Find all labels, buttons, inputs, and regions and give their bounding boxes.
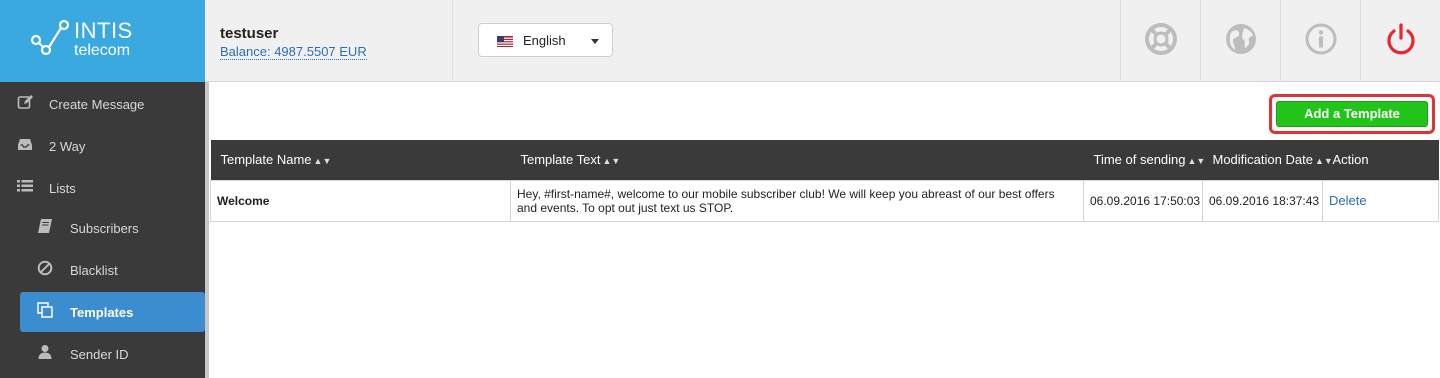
add-template-button[interactable]: Add a Template bbox=[1276, 101, 1428, 127]
chevron-down-icon bbox=[591, 39, 599, 44]
sidebar-item-label: Blacklist bbox=[70, 263, 118, 278]
sidebar-item-templates[interactable]: Templates bbox=[20, 292, 205, 332]
top-header: testuser Balance: 4987.5507 EUR English bbox=[205, 0, 1440, 82]
info-icon bbox=[1305, 23, 1337, 55]
table-row: Welcome Hey, #first-name#, welcome to ou… bbox=[210, 179, 1439, 222]
brand-name: INTIS telecom bbox=[74, 20, 133, 59]
logo-icon bbox=[30, 20, 70, 56]
language-value: English bbox=[523, 33, 566, 48]
column-header-time-of-sending[interactable]: Time of sending ▲▼ bbox=[1083, 140, 1206, 180]
sidebar-item-label: 2 Way bbox=[49, 139, 86, 154]
column-header-template-name[interactable]: Template Name ▲▼ bbox=[210, 140, 511, 180]
column-header-template-text[interactable]: Template Text ▲▼ bbox=[510, 140, 1084, 180]
sidebar-item-label: Lists bbox=[49, 181, 76, 196]
globe-icon bbox=[1226, 24, 1256, 54]
sidebar: Create Message 2 Way Lists Subscribers B… bbox=[0, 82, 205, 378]
user-info: testuser Balance: 4987.5507 EUR bbox=[220, 25, 367, 60]
copy-icon bbox=[37, 302, 53, 318]
time-of-sending-cell: 06.09.2016 17:50:03 bbox=[1083, 179, 1203, 222]
sidebar-item-create-message[interactable]: Create Message bbox=[0, 84, 205, 124]
user-icon bbox=[38, 345, 52, 359]
sidebar-item-label: Templates bbox=[70, 305, 134, 320]
sidebar-border bbox=[205, 82, 209, 378]
sidebar-item-2way[interactable]: 2 Way bbox=[0, 126, 205, 166]
edit-icon bbox=[17, 95, 33, 109]
sidebar-item-subscribers[interactable]: Subscribers bbox=[0, 208, 205, 248]
column-label: Template Name bbox=[220, 152, 312, 168]
column-label: Template Text bbox=[520, 152, 601, 168]
username: testuser bbox=[220, 25, 279, 42]
column-header-action: Action bbox=[1322, 140, 1439, 180]
sidebar-item-blacklist[interactable]: Blacklist bbox=[0, 250, 205, 290]
book-icon bbox=[38, 219, 52, 233]
brand-logo[interactable]: INTIS telecom bbox=[0, 0, 205, 82]
template-name-cell: Welcome bbox=[210, 179, 511, 222]
sort-icon: ▲▼ bbox=[313, 156, 332, 167]
header-divider bbox=[452, 0, 453, 82]
list-icon bbox=[17, 180, 33, 192]
logout-button[interactable] bbox=[1360, 0, 1440, 82]
brand-line1: INTIS bbox=[74, 18, 133, 43]
column-label: Action bbox=[1332, 152, 1369, 168]
us-flag-icon bbox=[497, 36, 513, 47]
language-select[interactable]: English bbox=[478, 23, 613, 57]
globe-button[interactable] bbox=[1200, 0, 1280, 82]
delete-link[interactable]: Delete bbox=[1322, 179, 1439, 222]
column-label: Modification Date bbox=[1212, 152, 1313, 168]
support-button[interactable] bbox=[1120, 0, 1200, 82]
templates-table: Template Name ▲▼ Template Text ▲▼ Time of … bbox=[210, 140, 1439, 222]
template-text-cell: Hey, #first-name#, welcome to our mobile… bbox=[510, 179, 1084, 222]
ban-icon bbox=[37, 260, 53, 276]
info-button[interactable] bbox=[1280, 0, 1360, 82]
add-template-highlight: Add a Template bbox=[1269, 94, 1435, 134]
sidebar-item-label: Create Message bbox=[49, 97, 145, 112]
table-header-row: Template Name ▲▼ Template Text ▲▼ Time of … bbox=[210, 140, 1439, 180]
column-header-modification-date[interactable]: Modification Date ▲▼ bbox=[1202, 140, 1333, 180]
sidebar-item-lists[interactable]: Lists bbox=[0, 168, 205, 208]
balance-link[interactable]: Balance: 4987.5507 EUR bbox=[220, 44, 367, 60]
sort-icon: ▲▼ bbox=[602, 156, 621, 167]
sort-icon: ▲▼ bbox=[1187, 156, 1206, 167]
power-icon bbox=[1387, 23, 1415, 55]
column-label: Time of sending bbox=[1093, 152, 1186, 168]
brand-line2: telecom bbox=[74, 42, 131, 59]
modification-date-cell: 06.09.2016 18:37:43 bbox=[1202, 179, 1323, 222]
sidebar-item-label: Sender ID bbox=[70, 347, 129, 362]
lifebuoy-icon bbox=[1145, 23, 1177, 55]
sidebar-item-sender-id[interactable]: Sender ID bbox=[0, 334, 205, 374]
sidebar-item-label: Subscribers bbox=[70, 221, 139, 236]
inbox-icon bbox=[18, 139, 32, 150]
sort-icon: ▲▼ bbox=[1314, 156, 1333, 167]
